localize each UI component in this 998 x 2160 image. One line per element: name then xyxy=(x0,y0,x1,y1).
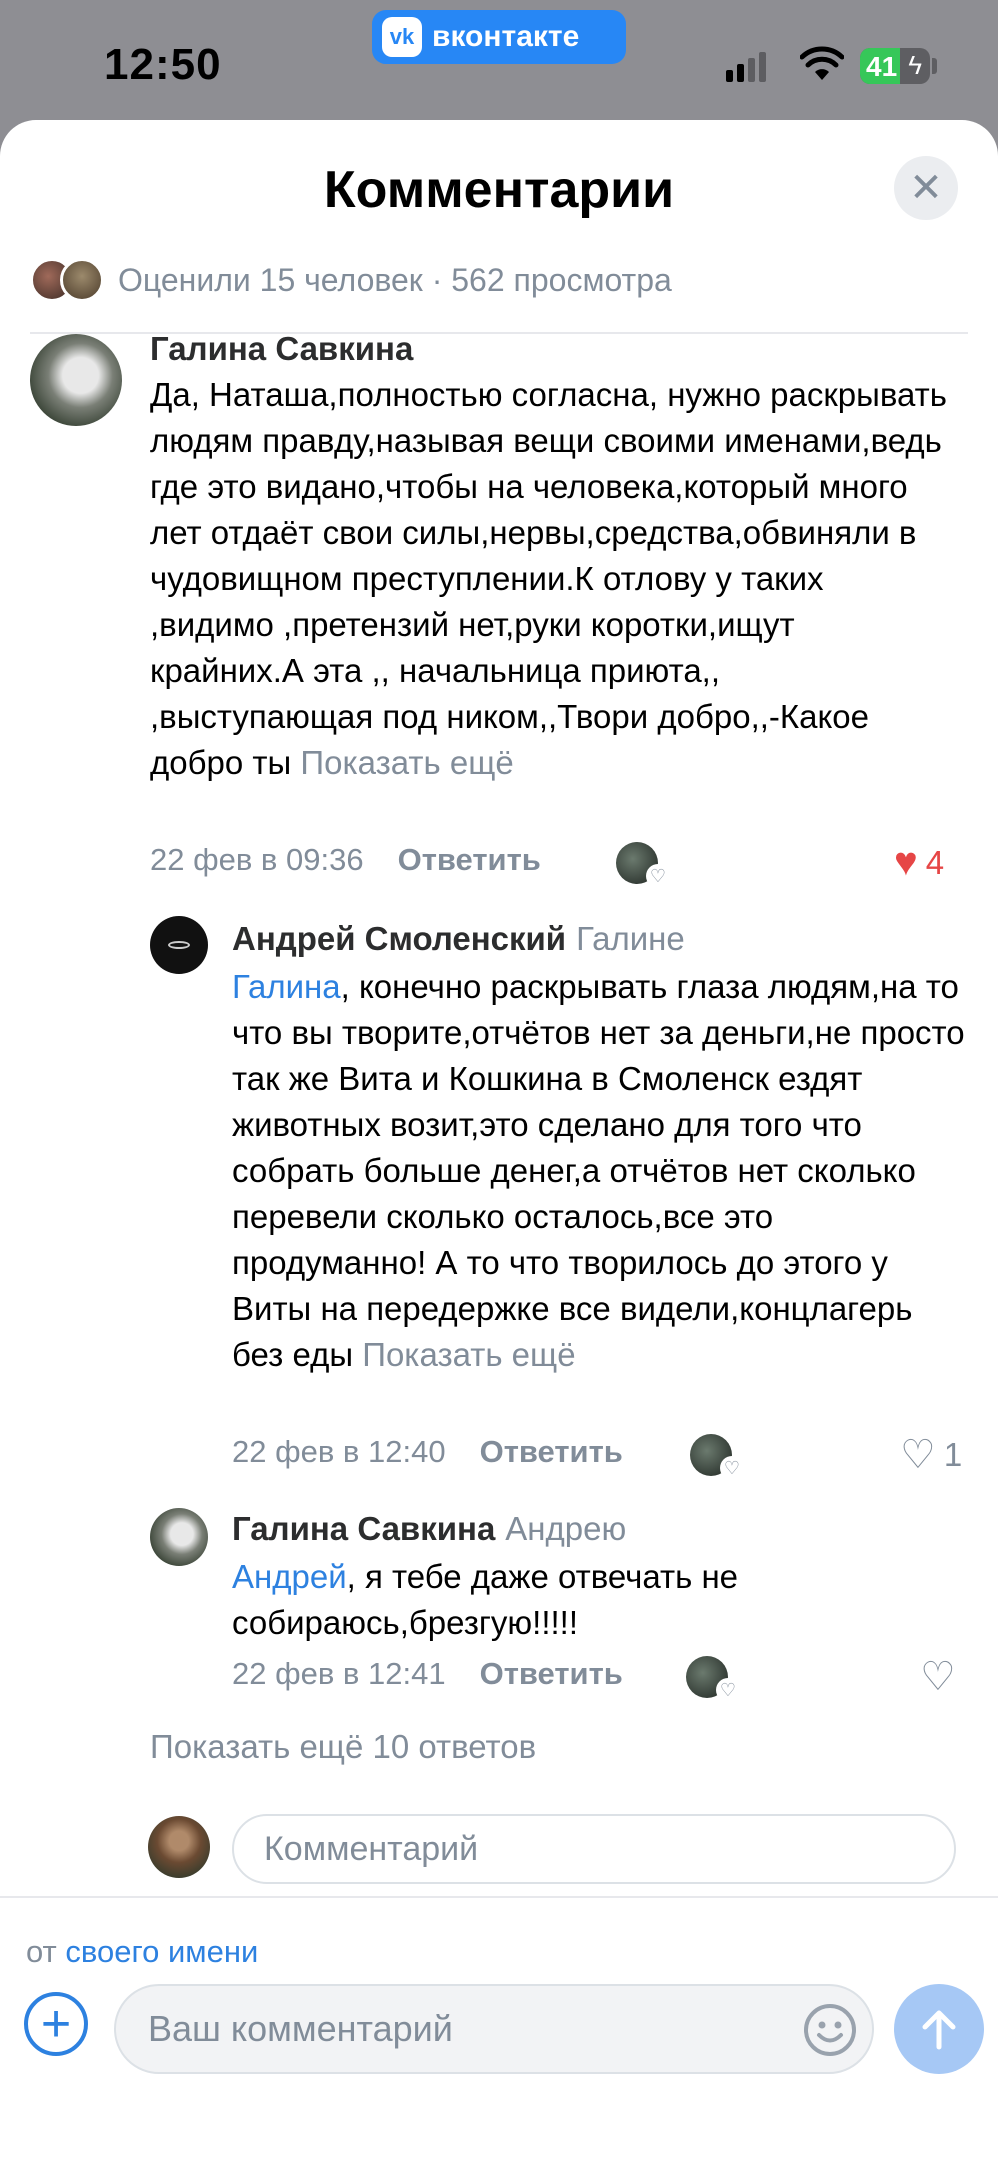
heart-outline-icon: ♡ xyxy=(720,1456,744,1480)
comment-date: 22 фев в 12:40 xyxy=(232,1434,446,1469)
comment-input[interactable]: Ваш комментарий xyxy=(114,1984,874,2074)
show-more-link[interactable]: Показать ещё xyxy=(300,744,513,781)
avatar[interactable] xyxy=(150,916,208,974)
close-button[interactable]: ✕ xyxy=(894,156,958,220)
current-user-avatar xyxy=(148,1816,210,1878)
comment-meta: 22 фев в 12:40 Ответить xyxy=(232,1434,623,1470)
comment-author[interactable]: Галина Савкина Андрею xyxy=(232,1510,626,1548)
like-count: 4 xyxy=(925,843,945,881)
cellular-signal-icon xyxy=(726,52,766,82)
like-button[interactable]: ♡ xyxy=(920,1654,956,1700)
like-button[interactable]: ♥ 4 xyxy=(894,840,944,885)
liker-avatar xyxy=(60,258,104,302)
reply-button[interactable]: Ответить xyxy=(398,842,541,878)
comment-date: 22 фев в 09:36 xyxy=(150,842,364,877)
send-button[interactable] xyxy=(894,1984,984,2074)
like-count: 1 xyxy=(943,1436,963,1473)
comment-meta: 22 фев в 09:36 Ответить xyxy=(150,842,541,878)
close-icon: ✕ xyxy=(909,166,943,210)
avatar[interactable] xyxy=(150,1508,208,1566)
reply-comment-input[interactable]: Комментарий xyxy=(232,1814,956,1884)
post-as-link[interactable]: своего имени xyxy=(65,1934,258,1969)
battery-level: 41 xyxy=(866,51,898,82)
sheet-title: Комментарии xyxy=(323,161,675,219)
comment-meta: 22 фев в 12:41 Ответить xyxy=(232,1656,623,1692)
mention-link[interactable]: Андрей xyxy=(232,1558,347,1595)
attach-button[interactable]: + xyxy=(24,1992,88,2056)
send-arrow-icon xyxy=(922,2010,956,2050)
vk-logo-icon: vk xyxy=(382,17,422,57)
comment-date: 22 фев в 12:41 xyxy=(232,1656,446,1691)
comment-text: Андрей, я тебе даже отвечать не собираюс… xyxy=(232,1558,739,1641)
comment-author[interactable]: Андрей Смоленский Галине xyxy=(232,920,685,958)
heart-outline-icon: ♡ xyxy=(900,1433,936,1477)
wifi-icon xyxy=(800,46,844,80)
comment-author[interactable]: Галина Савкина xyxy=(150,330,413,368)
mention-link[interactable]: Галина xyxy=(232,968,341,1005)
likes-views-stats: Оценили 15 человек · 562 просмотра xyxy=(118,261,672,298)
post-as-selector[interactable]: от своего имени xyxy=(26,1934,258,1970)
heart-outline-icon: ♡ xyxy=(646,864,670,888)
status-time: 12:50 xyxy=(104,40,222,89)
reply-button[interactable]: Ответить xyxy=(480,1656,623,1692)
reply-to: Андрею xyxy=(505,1510,627,1547)
heart-outline-icon: ♡ xyxy=(716,1678,740,1702)
show-more-link[interactable]: Показать ещё xyxy=(362,1336,575,1373)
battery-icon: 41 ϟ xyxy=(860,48,930,84)
comments-sheet: Комментарии ✕ Оценили 15 человек · 562 п… xyxy=(0,120,998,2160)
reply-button[interactable]: Ответить xyxy=(480,1434,623,1470)
avatar[interactable] xyxy=(30,334,122,426)
vk-app-badge[interactable]: vk вконтакте xyxy=(372,10,626,64)
vk-app-name: вконтакте xyxy=(432,20,580,53)
heart-outline-icon: ♡ xyxy=(920,1655,956,1699)
heart-icon: ♥ xyxy=(894,840,918,884)
show-more-replies-link[interactable]: Показать ещё 10 ответов xyxy=(150,1728,536,1766)
comment-composer: от своего имени + Ваш комментарий xyxy=(0,1896,998,2160)
smile-icon[interactable] xyxy=(802,2002,858,2058)
status-bar: 12:50 vk вконтакте 41 ϟ xyxy=(0,0,998,118)
comment-text: Галина, конечно раскрывать глаза людям,н… xyxy=(232,968,965,1373)
like-button[interactable]: ♡ 1 xyxy=(900,1432,962,1478)
likes-summary[interactable]: Оценили 15 человек · 562 просмотра xyxy=(30,252,672,308)
comment-text: Да, Наташа,полностью согласна, нужно рас… xyxy=(150,376,947,781)
plus-icon: + xyxy=(40,1995,72,2053)
reply-to: Галине xyxy=(576,920,685,957)
